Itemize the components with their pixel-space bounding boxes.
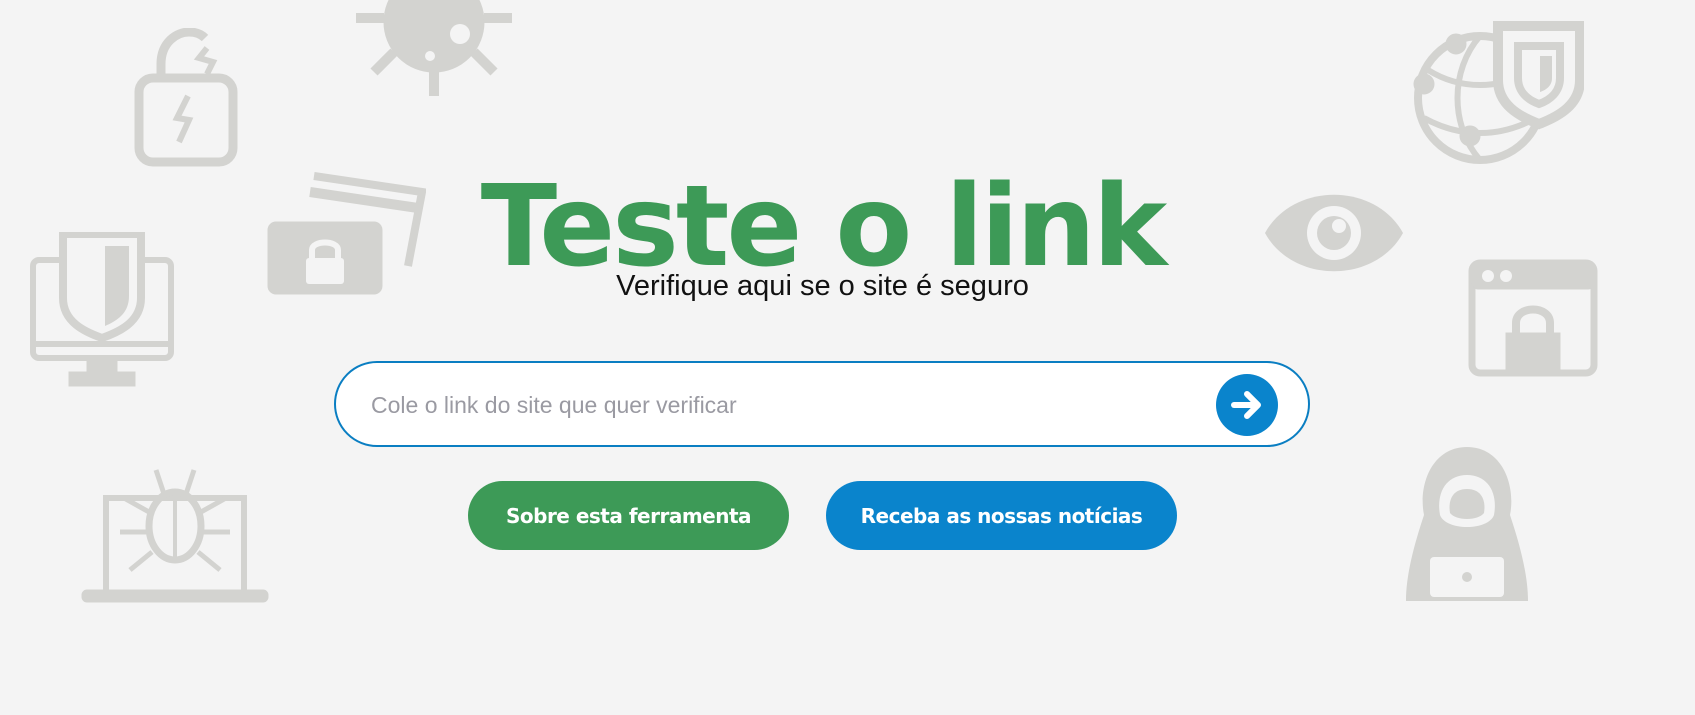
broken-padlock-icon <box>134 28 238 167</box>
submit-button[interactable] <box>1216 374 1278 436</box>
globe-shield-icon <box>1413 21 1584 164</box>
virus-icon <box>356 0 512 96</box>
url-input[interactable] <box>369 381 1193 429</box>
newsletter-button[interactable]: Receba as nossas notícias <box>826 481 1177 550</box>
bug-laptop-icon <box>81 469 269 603</box>
about-tool-button[interactable]: Sobre esta ferramenta <box>468 481 789 550</box>
page-title: Teste o link <box>480 162 1168 293</box>
hacker-icon <box>1406 447 1528 601</box>
url-search-box <box>334 361 1310 447</box>
page: Teste o link Verifique aqui se o site é … <box>0 0 1695 715</box>
page-subtitle: Verifique aqui se o site é seguro <box>616 270 1029 302</box>
arrow-right-icon <box>1231 391 1261 419</box>
